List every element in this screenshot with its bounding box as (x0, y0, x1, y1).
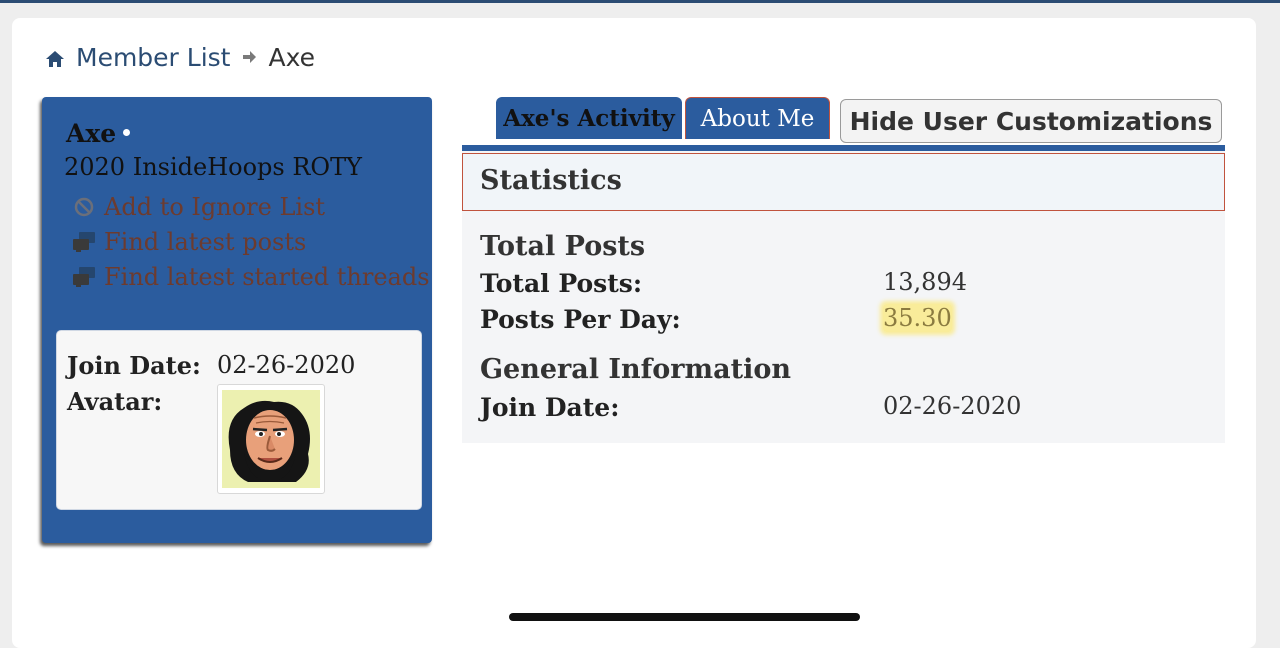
join-date-value: 02-26-2020 (217, 351, 356, 379)
posts-per-day-value: 35.30 (883, 304, 952, 332)
profile-username: Axe (66, 119, 117, 148)
avatar (217, 384, 325, 494)
add-to-ignore-list-link[interactable]: Add to Ignore List (72, 193, 325, 221)
breadcrumb-current: Axe (268, 42, 315, 72)
profile-card: Axe 2020 InsideHoops ROTY Add to Ignore … (42, 97, 432, 543)
top-nav-bar (0, 0, 1280, 3)
online-status-icon (123, 129, 130, 136)
breadcrumb: Member List Axe (44, 40, 315, 74)
posts-icon (73, 232, 95, 252)
join-date-label: Join Date: (67, 351, 201, 380)
posts-per-day-label: Posts Per Day: (480, 305, 681, 334)
profile-info-box: Join Date: 02-26-2020 Avatar: (56, 330, 422, 510)
avatar-label: Avatar: (67, 387, 163, 416)
ignore-icon (74, 197, 94, 217)
add-to-ignore-list-label: Add to Ignore List (104, 193, 326, 221)
find-latest-posts-link[interactable]: Find latest posts (72, 228, 306, 256)
find-latest-started-threads-label: Find latest started threads (104, 263, 430, 291)
home-icon[interactable] (44, 48, 66, 70)
hide-user-customizations-button[interactable]: Hide User Customizations (840, 99, 1222, 143)
home-indicator[interactable] (509, 613, 860, 621)
tab-activity[interactable]: Axe's Activity (496, 97, 682, 139)
threads-icon (73, 267, 95, 287)
posts-per-day-highlight: 35.30 (883, 304, 952, 332)
statistics-title: Statistics (480, 165, 622, 196)
stats-join-date-value: 02-26-2020 (883, 392, 1022, 420)
profile-user-title: 2020 InsideHoops ROTY (64, 153, 362, 181)
breadcrumb-arrow-icon (243, 51, 257, 63)
breadcrumb-member-list-link[interactable]: Member List (76, 43, 230, 72)
find-latest-posts-label: Find latest posts (104, 228, 307, 256)
general-information-section-title: General Information (480, 354, 791, 385)
total-posts-value: 13,894 (883, 268, 967, 296)
avatar-image (222, 390, 320, 488)
total-posts-section-title: Total Posts (480, 231, 646, 262)
stats-join-date-label: Join Date: (480, 393, 620, 422)
find-latest-started-threads-link[interactable]: Find latest started threads (72, 263, 430, 291)
statistics-header: Statistics (462, 153, 1225, 211)
total-posts-label: Total Posts: (480, 269, 643, 298)
tab-about-me[interactable]: About Me (685, 97, 830, 139)
